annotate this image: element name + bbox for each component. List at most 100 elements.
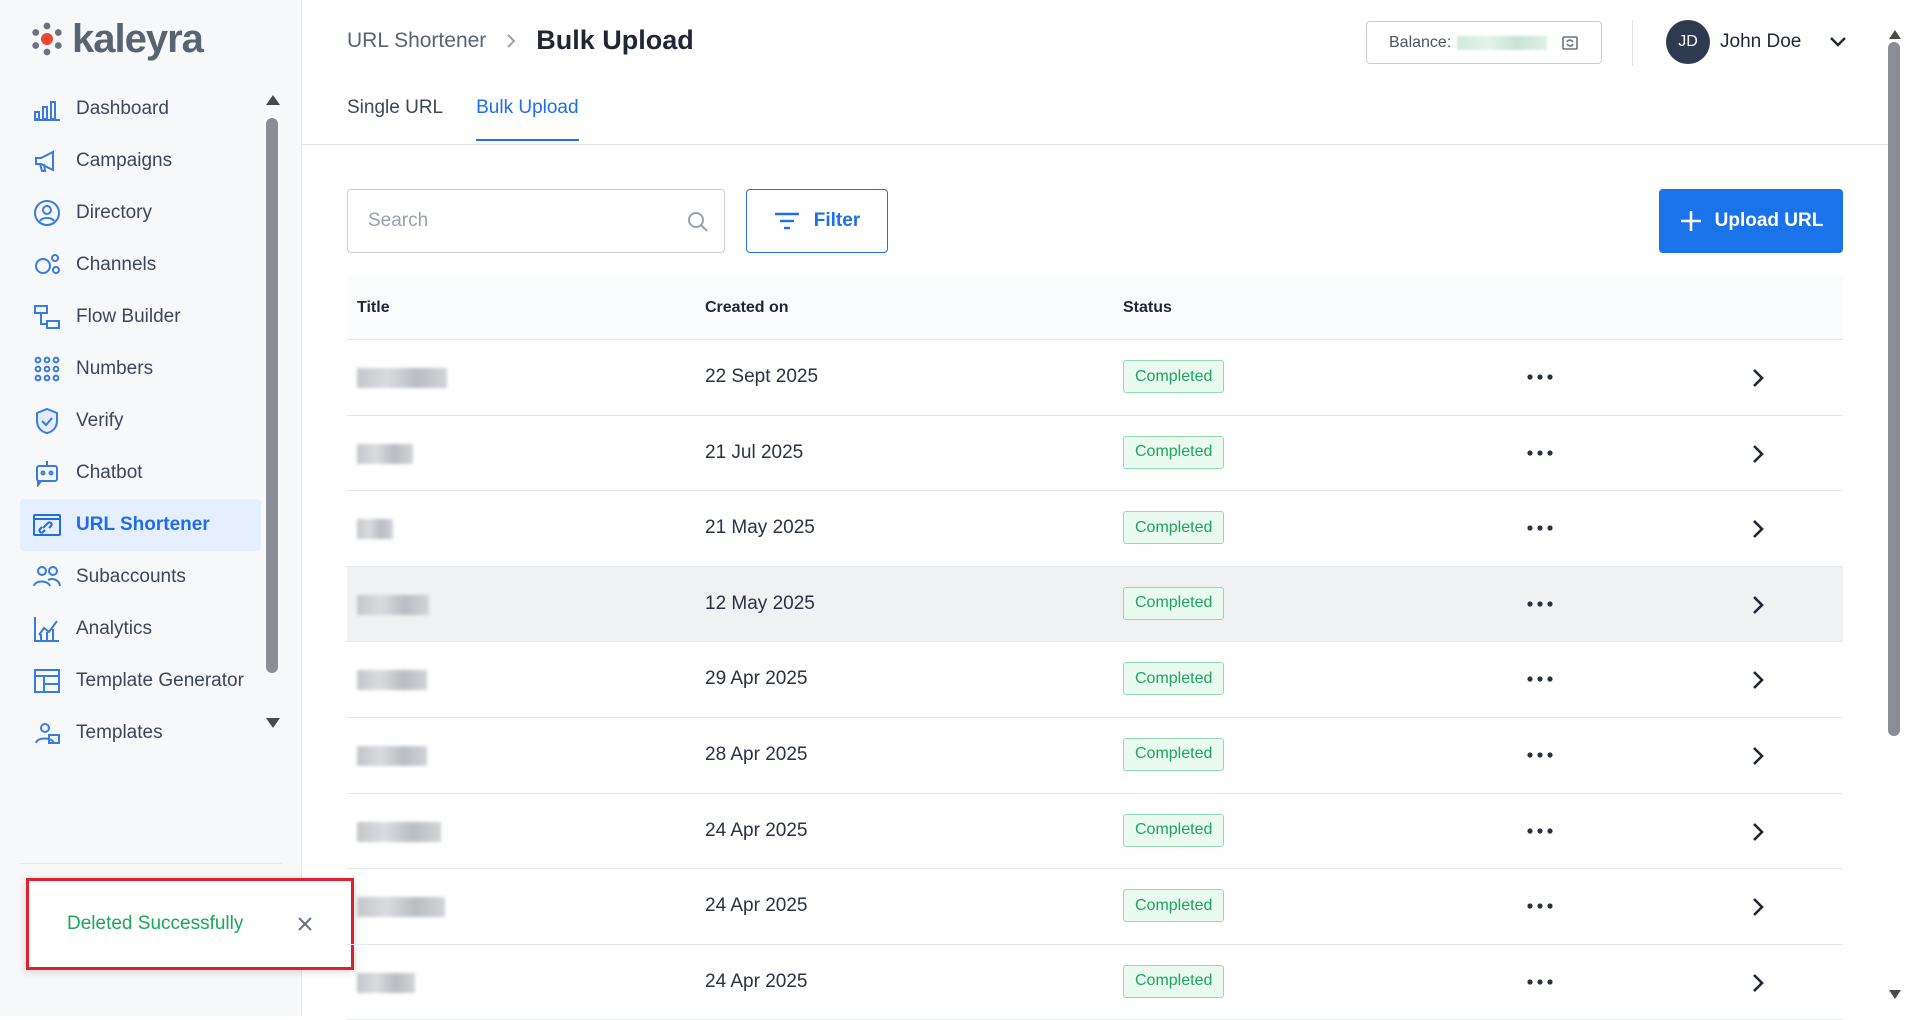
table-row[interactable]: 28 Apr 2025 Completed (347, 718, 1843, 794)
refresh-icon[interactable] (1561, 34, 1579, 52)
page-title: Bulk Upload (536, 25, 694, 55)
chevron-right-icon[interactable] (1751, 821, 1765, 843)
more-options-icon[interactable] (1526, 747, 1554, 763)
sidebar-item-templates[interactable]: Templates (20, 707, 261, 759)
sidebar-item-subaccounts[interactable]: Subaccounts (20, 551, 261, 603)
table-row[interactable]: 21 May 2025 Completed (347, 491, 1843, 567)
channels-icon (32, 250, 62, 280)
column-header-title[interactable]: Title (357, 299, 390, 317)
shield-icon (32, 406, 62, 436)
sidebar-item-numbers[interactable]: Numbers (20, 343, 261, 395)
row-title-redacted (357, 821, 441, 842)
row-created-on: 24 Apr 2025 (705, 819, 808, 841)
table-row[interactable]: 12 May 2025 Completed (347, 566, 1843, 643)
sidebar-item-url-shortener[interactable]: URL Shortener (20, 499, 261, 551)
table-row[interactable]: 21 Jul 2025 Completed (347, 416, 1843, 492)
row-title-redacted (357, 745, 427, 766)
chevron-right-icon[interactable] (1751, 896, 1765, 918)
page-header: URL Shortener Bulk Upload Balance: JD Jo… (302, 0, 1891, 145)
sidebar-item-directory[interactable]: Directory (20, 187, 261, 239)
sidebar-scrollbar-thumb[interactable] (266, 118, 278, 673)
brand-name: kaleyra (72, 16, 204, 61)
dial-pad-icon (32, 354, 62, 384)
filter-button-label: Filter (813, 210, 861, 231)
status-badge: Completed (1123, 435, 1225, 469)
sidebar-item-label: Directory (76, 202, 153, 223)
more-options-icon[interactable] (1526, 974, 1554, 990)
more-options-icon[interactable] (1526, 520, 1554, 536)
chevron-down-icon[interactable] (1828, 34, 1848, 50)
table-row[interactable]: 24 Apr 2025 Completed (347, 869, 1843, 945)
balance-label: Balance: (1389, 33, 1452, 51)
table-row[interactable]: 29 Apr 2025 Completed (347, 642, 1843, 718)
sidebar-item-label: Numbers (76, 358, 154, 379)
sidebar-scroll-up-arrow[interactable] (266, 95, 280, 105)
filter-button[interactable]: Filter (746, 189, 888, 253)
sidebar-item-label: Templates (76, 722, 163, 743)
table-row[interactable]: 24 Apr 2025 Completed (347, 945, 1843, 1020)
sidebar-item-verify[interactable]: Verify (20, 395, 261, 447)
templates-icon (32, 718, 62, 748)
sidebar-item-label: Subaccounts (76, 566, 186, 587)
table-row[interactable]: 24 Apr 2025 Completed (347, 794, 1843, 870)
column-header-status[interactable]: Status (1123, 299, 1172, 317)
search-input[interactable] (368, 210, 668, 232)
chevron-right-icon[interactable] (1751, 745, 1765, 767)
kaleyra-logo[interactable]: kaleyra (30, 16, 204, 61)
tab-bar: Single URL Bulk Upload (347, 97, 612, 141)
close-icon[interactable] (295, 914, 315, 934)
more-options-icon[interactable] (1526, 369, 1554, 385)
tab-bulk-upload[interactable]: Bulk Upload (476, 97, 579, 141)
toast-notification: Deleted Successfully (26, 878, 354, 970)
sidebar-item-label: Dashboard (76, 98, 169, 119)
sidebar-item-chatbot[interactable]: Chatbot (20, 447, 261, 499)
sidebar-scroll-down-arrow[interactable] (266, 718, 280, 728)
chevron-right-icon[interactable] (1751, 518, 1765, 540)
chevron-right-icon[interactable] (1751, 443, 1765, 465)
sidebar-divider (20, 863, 282, 864)
sidebar-item-label: Analytics (76, 618, 153, 639)
sidebar-item-flow-builder[interactable]: Flow Builder (20, 291, 261, 343)
chevron-right-icon[interactable] (1751, 367, 1765, 389)
sidebar-item-analytics[interactable]: Analytics (20, 603, 261, 655)
tab-single-url[interactable]: Single URL (347, 97, 443, 141)
more-options-icon[interactable] (1526, 445, 1554, 461)
sidebar-item-dashboard[interactable]: Dashboard (20, 83, 261, 135)
row-created-on: 24 Apr 2025 (705, 970, 808, 992)
more-options-icon[interactable] (1526, 671, 1554, 687)
table-row[interactable]: 22 Sept 2025 Completed (347, 340, 1843, 416)
sidebar-item-channels[interactable]: Channels (20, 239, 261, 291)
filter-icon (774, 212, 799, 230)
avatar[interactable]: JD (1666, 20, 1710, 64)
dashboard-icon (32, 94, 62, 124)
status-badge: Completed (1123, 737, 1225, 771)
more-options-icon[interactable] (1526, 823, 1554, 839)
sidebar-item-campaigns[interactable]: Campaigns (20, 135, 261, 187)
search-box (347, 189, 725, 253)
sidebar-item-template-generator[interactable]: Template Generator (20, 655, 261, 707)
status-badge: Completed (1123, 964, 1225, 998)
sidebar-item-label: Channels (76, 254, 157, 275)
more-options-icon[interactable] (1526, 898, 1554, 914)
chevron-right-icon[interactable] (1751, 669, 1765, 691)
status-badge: Completed (1123, 889, 1225, 923)
balance-display: Balance: (1366, 21, 1602, 64)
balance-value-redacted (1457, 35, 1548, 50)
chevron-right-icon[interactable] (1751, 972, 1765, 994)
more-options-icon[interactable] (1526, 596, 1554, 612)
plus-icon (1680, 211, 1701, 231)
column-header-created-on[interactable]: Created on (705, 299, 789, 317)
breadcrumb-parent-link[interactable]: URL Shortener (347, 29, 486, 53)
search-icon[interactable] (686, 210, 710, 234)
row-created-on: 21 Jul 2025 (705, 441, 804, 463)
page-scrollbar-thumb[interactable] (1888, 42, 1900, 736)
chevron-right-icon[interactable] (1751, 594, 1765, 616)
user-name[interactable]: John Doe (1720, 31, 1801, 53)
page-scroll-up-arrow[interactable] (1889, 30, 1901, 39)
row-title-redacted (357, 368, 447, 388)
upload-url-button[interactable]: Upload URL (1659, 189, 1843, 253)
header-divider (1632, 20, 1633, 66)
upload-url-button-label: Upload URL (1714, 210, 1824, 231)
page-scroll-down-arrow[interactable] (1889, 990, 1901, 999)
row-created-on: 24 Apr 2025 (705, 895, 808, 917)
